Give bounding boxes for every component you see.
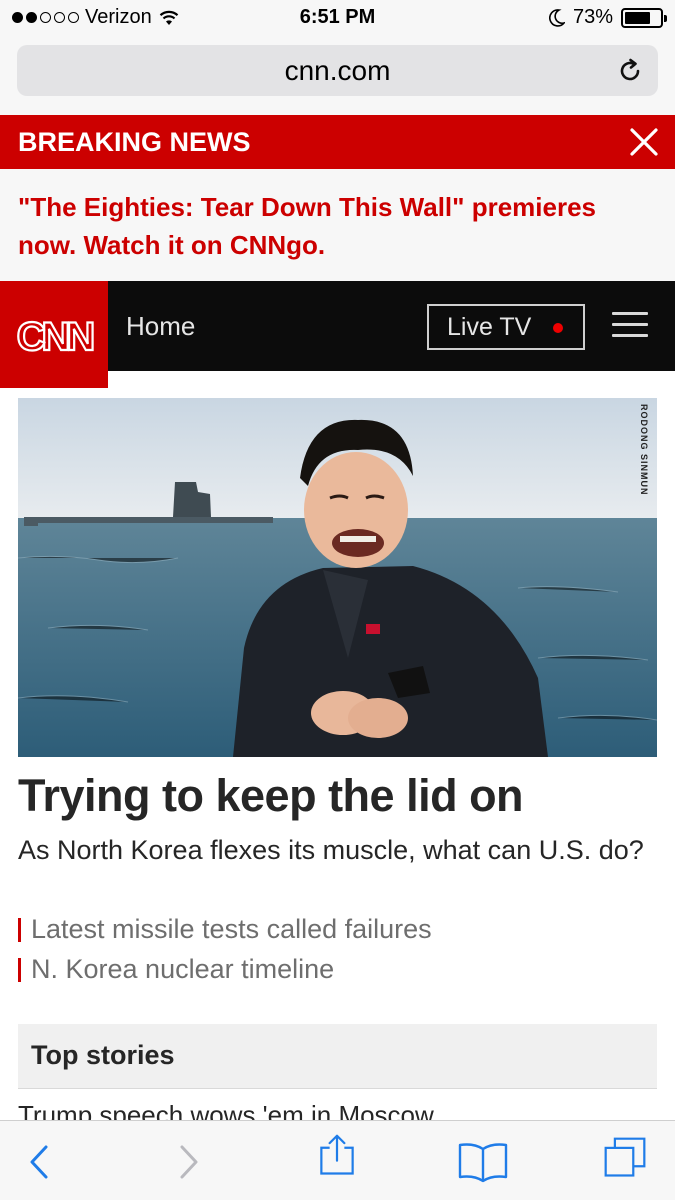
breaking-news-link[interactable]: "The Eighties: Tear Down This Wall" prem…: [0, 169, 675, 281]
related-marker: [18, 917, 21, 942]
top-stories-header: Top stories: [18, 1024, 657, 1089]
url-text: cnn.com: [284, 54, 391, 86]
cnn-logo-mark: CNN: [16, 313, 99, 358]
breaking-news-label: BREAKING NEWS: [18, 126, 251, 157]
live-tv-button[interactable]: Live TV: [427, 304, 585, 350]
logo-text: CNN: [17, 315, 94, 358]
page: Verizon 6:51 PM 73% cnn.com BREAKING NEW…: [0, 0, 675, 1200]
photo-credit: RODONG SINMUN: [639, 404, 649, 496]
hamburger-menu-icon[interactable]: [612, 312, 648, 340]
related-link[interactable]: N. Korea nuclear timeline: [18, 954, 334, 985]
related-marker: [18, 957, 21, 982]
reload-icon[interactable]: [616, 57, 644, 85]
story-headline[interactable]: Trying to keep the lid on: [18, 770, 524, 822]
site-header: CNN Home Live TV: [0, 281, 675, 388]
live-indicator-icon: [553, 323, 563, 333]
address-bar[interactable]: cnn.com: [17, 45, 658, 96]
tabs-icon[interactable]: [600, 1135, 650, 1181]
live-tv-label: Live TV: [447, 312, 532, 341]
battery-percent: 73%: [572, 6, 613, 28]
related-link[interactable]: Latest missile tests called failures: [18, 914, 432, 945]
breaking-news-banner: BREAKING NEWS: [0, 115, 675, 169]
status-bar: Verizon 6:51 PM 73%: [0, 0, 675, 38]
nav-home-link[interactable]: Home: [126, 311, 195, 342]
related-link-label: Latest missile tests called failures: [31, 914, 432, 944]
hero-image[interactable]: RODONG SINMUN: [18, 398, 657, 757]
browser-toolbar: [0, 1120, 675, 1200]
battery-fill: [625, 11, 650, 24]
story-subhead[interactable]: As North Korea flexes its muscle, what c…: [18, 832, 648, 868]
moon-icon: [549, 8, 565, 27]
battery-icon: [621, 7, 667, 28]
cnn-logo[interactable]: CNN: [0, 281, 108, 388]
browser-chrome: cnn.com: [0, 38, 675, 115]
hero-photo: [18, 398, 657, 757]
related-link-label: N. Korea nuclear timeline: [31, 954, 335, 984]
bookmarks-icon[interactable]: [456, 1139, 510, 1185]
forward-icon[interactable]: [162, 1139, 212, 1185]
status-right: 73%: [549, 6, 667, 29]
share-icon[interactable]: [312, 1133, 362, 1179]
back-icon[interactable]: [16, 1139, 66, 1185]
close-icon[interactable]: [629, 127, 659, 157]
